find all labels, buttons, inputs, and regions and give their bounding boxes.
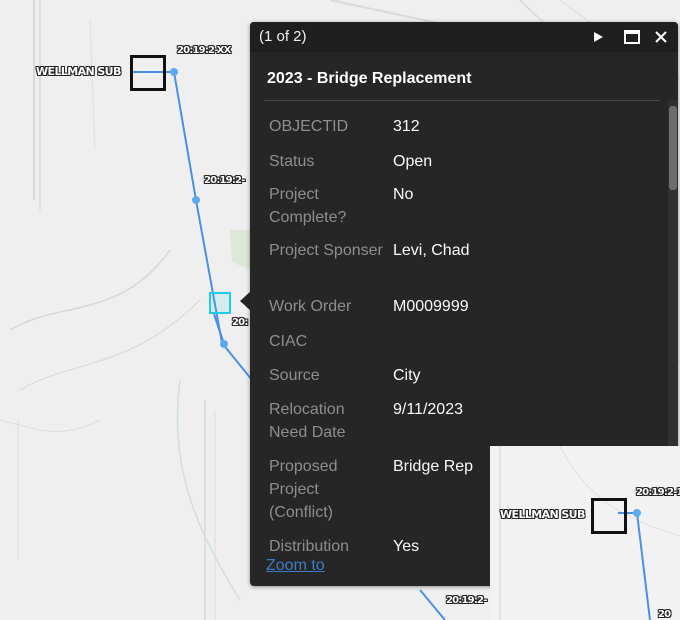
substation-label: WELLMAN SUB [36,65,121,78]
attribute-value: Yes [393,538,420,555]
attribute-value: City [393,367,421,384]
attribute-label: Distribution [269,538,350,555]
attribute-value: No [393,186,414,203]
attribute-label: OBJECTID [269,118,349,135]
inset-line-label: 20 [658,609,671,620]
attribute-label: Proposed Project (Conflict) [269,458,338,521]
next-arrow-icon[interactable] [587,26,609,48]
attribute-label: Project Sponser [269,242,383,259]
attribute-value: 312 [393,118,420,135]
popup-scrollbar-thumb[interactable] [669,106,677,190]
attribute-value: Open [393,153,433,170]
zoom-to-link[interactable]: Zoom to [266,557,325,575]
attribute-label: Relocation Need Date [269,401,346,441]
attribute-label: Source [269,367,320,384]
attribute-value: Bridge Rep [393,458,474,475]
attribute-value: Levi, Chad [393,242,470,259]
attribute-value: M0009999 [393,298,469,315]
inset-substation-label: WELLMAN SUB [500,508,585,521]
popup-title: 2023 - Bridge Replacement [267,70,472,87]
selected-feature-highlight[interactable] [209,292,231,314]
close-icon[interactable] [650,26,672,48]
inset-map: WELLMAN SUB 20:19:2-1 20 [490,446,680,620]
title-divider [264,100,660,101]
attribute-label: Project Complete? [269,186,347,226]
attribute-label: Status [269,153,315,170]
substation-marker[interactable] [130,55,166,91]
feature-count: (1 of 2) [259,28,307,45]
attribute-label: CIAC [269,333,308,350]
line-label: 20:19:2- [204,175,245,186]
maximize-icon[interactable] [621,26,643,48]
popup-header: (1 of 2) [250,22,678,52]
line-label: 20:19:2-XX [177,45,231,56]
attribute-label: Work Order [269,298,352,315]
line-label: 20: [232,317,248,328]
attribute-value: 9/11/2023 [393,401,463,418]
inset-line-label: 20:19:2-1 [636,487,680,498]
inset-basemap [499,446,680,620]
line-label: 20:19:2- [446,595,487,606]
inset-substation-marker [591,498,627,534]
